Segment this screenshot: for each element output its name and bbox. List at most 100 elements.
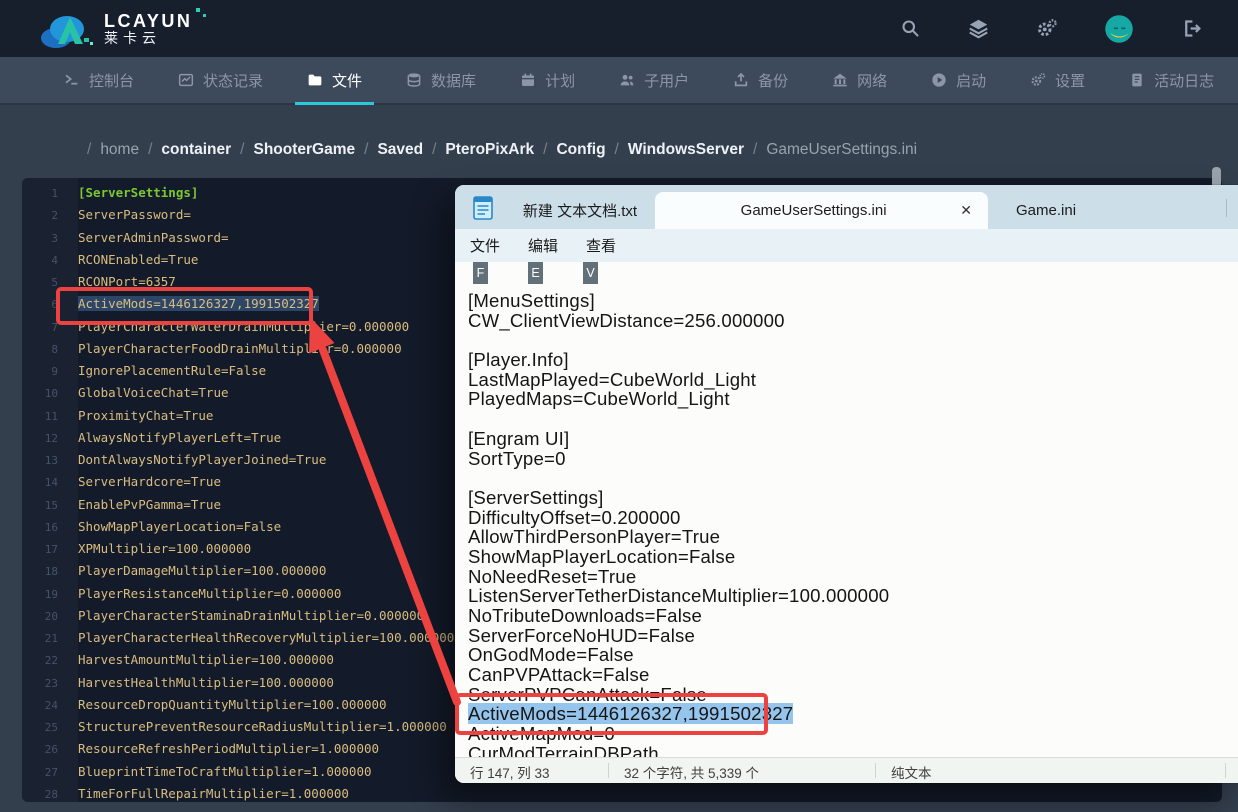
menu-item-E[interactable]: 编辑 bbox=[519, 233, 567, 258]
notepad-file-icon bbox=[473, 196, 493, 220]
code-text: RCONPort=6357 bbox=[78, 274, 176, 289]
notepad-text-area[interactable]: [MenuSettings] CW_ClientViewDistance=256.… bbox=[455, 262, 1238, 758]
line-number: 9 bbox=[51, 365, 58, 378]
nav-item-label: 设置 bbox=[1055, 72, 1086, 90]
line-number: 14 bbox=[44, 476, 58, 490]
code-text: ActiveMods=1446126327,1991502327 bbox=[78, 296, 319, 312]
nav-item-files[interactable]: 文件 bbox=[285, 57, 384, 105]
code-text: EnablePvPGamma=True bbox=[78, 496, 221, 512]
code-text: StructurePreventResourceRadiusMultiplier… bbox=[78, 719, 447, 734]
editor-line-28: 28 TimeForFullRepairMultiplier=1.000000 bbox=[22, 783, 1222, 802]
brand-logo[interactable]: LCAYUN 莱卡云 bbox=[40, 7, 207, 50]
notepad-line: [MenuSettings] bbox=[468, 290, 595, 311]
breadcrumb-segment[interactable]: home bbox=[100, 141, 139, 158]
notepad-tab-bar: 新建 文本文档.txt GameUserSettings.ini ✕ Game.ini… bbox=[455, 185, 1238, 229]
breadcrumb-segment[interactable]: WindowsServer bbox=[628, 141, 744, 158]
logo-cloud-icon bbox=[41, 15, 93, 48]
code-text: [ServerSettings] bbox=[78, 185, 199, 200]
status-doc-mode: 纯文本 bbox=[891, 766, 932, 781]
search-icon[interactable] bbox=[900, 18, 921, 39]
code-text: ServerPassword= bbox=[78, 207, 191, 223]
code-text: PlayerDamageMultiplier=100.000000 bbox=[78, 563, 327, 579]
nav-item-backup[interactable]: 备份 bbox=[711, 57, 810, 103]
notepad-line: ServerForceNoHUD=False bbox=[468, 624, 696, 646]
notepad-line: DifficultyOffset=0.200000 bbox=[468, 506, 681, 528]
line-number: 20 bbox=[44, 609, 58, 623]
status-divider bbox=[875, 763, 876, 778]
code-text: ServerHardcore=True bbox=[78, 474, 221, 490]
notepad-line: ShowMapPlayerLocation=False bbox=[468, 545, 736, 567]
tab-GameUserSettings.ini[interactable]: GameUserSettings.ini ✕ bbox=[655, 192, 988, 229]
avatar[interactable] bbox=[1104, 14, 1134, 44]
nav-item-settings[interactable]: 设置 bbox=[1008, 57, 1107, 103]
code-text: TimeForFullRepairMultiplier=1.000000 bbox=[78, 785, 349, 801]
nav-item-subusers[interactable]: 子用户 bbox=[597, 57, 711, 103]
upload-icon bbox=[733, 72, 749, 88]
breadcrumb-segment[interactable]: GameUserSettings.ini bbox=[766, 141, 917, 158]
brand-cn: 莱卡云 bbox=[104, 29, 161, 46]
menu-item-F[interactable]: 文件 bbox=[461, 233, 509, 258]
tab-Game.ini[interactable]: Game.ini bbox=[988, 192, 1226, 229]
status-divider bbox=[1225, 763, 1226, 778]
notepad-line: ActiveMapMod=0 bbox=[468, 723, 615, 745]
breadcrumb-separator: / bbox=[87, 141, 92, 158]
nav-item-schedule[interactable]: 计划 bbox=[498, 57, 597, 103]
nav-item-network[interactable]: 网络 bbox=[810, 57, 909, 103]
nav-item-label: 文件 bbox=[332, 72, 363, 90]
notepad-line: PlayedMaps=CubeWorld_Light bbox=[468, 388, 730, 410]
tab-新建 文本文档.txt[interactable]: 新建 文本文档.txt bbox=[505, 192, 655, 229]
code-text: PlayerResistanceMultiplier=0.000000 bbox=[78, 585, 342, 601]
line-number: 16 bbox=[44, 520, 58, 534]
notepad-status-bar: 行 147, 列 33 32 个字符, 共 5,339 个 纯文本 bbox=[455, 757, 1238, 783]
line-number: 8 bbox=[51, 342, 58, 356]
nav-item-database[interactable]: 数据库 bbox=[384, 57, 498, 103]
line-number: 12 bbox=[44, 431, 58, 445]
logout-icon[interactable] bbox=[1181, 18, 1202, 39]
code-text: ProximityChat=True bbox=[78, 407, 214, 423]
breadcrumb-segment[interactable]: Config bbox=[556, 141, 605, 158]
menu-item-V[interactable]: 查看 bbox=[577, 233, 625, 258]
line-number: 21 bbox=[44, 632, 58, 645]
nav-item-label: 数据库 bbox=[431, 72, 477, 90]
code-text: GlobalVoiceChat=True bbox=[78, 385, 229, 401]
layers-icon[interactable] bbox=[968, 18, 989, 39]
breadcrumb-segment[interactable]: PteroPixArk bbox=[445, 141, 534, 158]
notepad-line: [Engram UI] bbox=[468, 427, 570, 449]
notepad-line: OnGodMode=False bbox=[468, 644, 634, 666]
notepad-menu-bar: 文件 编辑 查看 bbox=[455, 229, 1238, 262]
users-icon bbox=[619, 72, 635, 88]
breadcrumb-segment[interactable]: container bbox=[161, 141, 231, 158]
line-number: 2 bbox=[51, 209, 58, 223]
nav-item-activity-log[interactable]: 活动日志 bbox=[1107, 57, 1236, 103]
notepad-line: ServerPVPCanAttack=False bbox=[468, 683, 707, 705]
line-number: 11 bbox=[44, 409, 58, 423]
selected-text: ActiveMods=1446126327,1991502327 bbox=[468, 703, 794, 725]
database-icon bbox=[406, 72, 422, 88]
notepad-line bbox=[468, 330, 1238, 350]
breadcrumb-separator: / bbox=[432, 141, 437, 158]
notepad-line: ActiveMods=1446126327,1991502327 bbox=[468, 703, 1238, 725]
status-divider bbox=[608, 763, 609, 778]
line-number: 15 bbox=[44, 498, 58, 512]
breadcrumb-separator: / bbox=[148, 141, 153, 158]
nav-item-console[interactable]: 控制台 bbox=[42, 57, 156, 103]
notepad-line: AllowThirdPersonPlayer=True bbox=[468, 526, 721, 548]
notepad-line: ListenServerTetherDistanceMultiplier=100… bbox=[468, 585, 890, 607]
notepad-window: 新建 文本文档.txt GameUserSettings.ini ✕ Game.ini… bbox=[455, 185, 1238, 783]
play-icon bbox=[931, 72, 947, 88]
folder-icon bbox=[307, 72, 323, 88]
gear-icon[interactable] bbox=[1036, 18, 1057, 39]
nav-item-startup[interactable]: 启动 bbox=[909, 57, 1008, 103]
code-text: BlueprintTimeToCraftMultiplier=1.000000 bbox=[78, 763, 372, 779]
nav-item-status-history[interactable]: 状态记录 bbox=[156, 57, 285, 103]
close-tab-icon[interactable]: ✕ bbox=[958, 202, 974, 219]
journal-icon bbox=[1129, 72, 1145, 88]
breadcrumb-segment[interactable]: Saved bbox=[377, 141, 423, 158]
breadcrumb-segment[interactable]: ShooterGame bbox=[253, 141, 355, 158]
nav-item-label: 活动日志 bbox=[1154, 72, 1215, 90]
notepad-line: CurModTerrainDBPath bbox=[468, 742, 659, 758]
status-char-count: 32 个字符, 共 5,339 个 bbox=[624, 766, 760, 781]
notepad-line: NoTributeDownloads=False bbox=[468, 605, 703, 626]
line-number: 17 bbox=[44, 543, 58, 556]
code-text: PlayerCharacterHealthRecoveryMultiplier=… bbox=[78, 630, 455, 645]
